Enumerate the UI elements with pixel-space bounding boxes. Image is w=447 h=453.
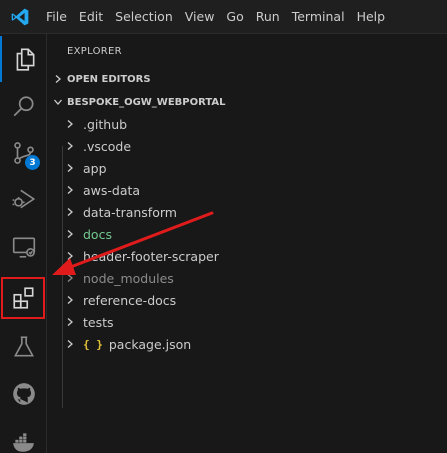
chevron-right-icon: [65, 251, 77, 261]
activity-run-debug-button[interactable]: [0, 176, 47, 222]
tree-item-label: docs: [83, 226, 112, 242]
docker-icon: [12, 433, 34, 452]
menu-selection[interactable]: Selection: [109, 5, 179, 29]
chevron-right-icon: [65, 207, 77, 217]
chevron-right-icon: [65, 163, 77, 173]
vscode-logo-icon: [0, 0, 40, 34]
tree-item-label: package.json: [108, 336, 192, 352]
json-braces-icon: { }: [83, 337, 103, 351]
menu-terminal[interactable]: Terminal: [286, 5, 351, 29]
tree-item-label: tests: [83, 314, 114, 330]
menu-help[interactable]: Help: [351, 5, 392, 29]
annotation-highlight-box: [1, 277, 45, 319]
tree-item-label: data-transform: [83, 204, 177, 220]
tree-item-docs[interactable]: docs: [47, 223, 447, 245]
tree-item-label: app: [83, 160, 107, 176]
menu-file[interactable]: File: [40, 5, 73, 29]
search-icon: [13, 96, 34, 117]
title-bar: File Edit Selection View Go Run Terminal…: [0, 0, 447, 34]
tree-item-reference-docs[interactable]: reference-docs: [47, 289, 447, 311]
activity-docker-button[interactable]: [0, 419, 47, 453]
menu-edit[interactable]: Edit: [73, 5, 109, 29]
tree-item-package-json[interactable]: { } package.json: [47, 333, 447, 355]
explorer-sidebar: EXPLORER OPEN EDITORS BESPOKE_OGW_WEBPOR…: [47, 34, 447, 453]
tree-item-label: .github: [83, 116, 128, 132]
chevron-down-icon: [53, 97, 65, 107]
tree-item-data-transform[interactable]: data-transform: [47, 201, 447, 223]
chevron-right-icon: [65, 339, 77, 349]
open-editors-label: OPEN EDITORS: [67, 73, 151, 85]
tree-item-label: node_modules: [83, 270, 174, 286]
workspace-section[interactable]: BESPOKE_OGW_WEBPORTAL: [47, 91, 447, 113]
tree-item-label: reference-docs: [83, 292, 177, 308]
chevron-right-icon: [53, 74, 65, 84]
tree-item-header-footer-scraper[interactable]: header-footer-scraper: [47, 245, 447, 267]
chevron-right-icon: [65, 317, 77, 327]
tree-item-vscode[interactable]: .vscode: [47, 135, 447, 157]
tree-item-label: header-footer-scraper: [83, 248, 219, 264]
activity-github-button[interactable]: [0, 371, 47, 417]
menu-view[interactable]: View: [179, 5, 221, 29]
activity-source-control-button[interactable]: 3: [0, 130, 47, 176]
activity-bar: 3: [0, 34, 47, 453]
chevron-right-icon: [65, 185, 77, 195]
chevron-right-icon: [65, 229, 77, 239]
menu-go[interactable]: Go: [220, 5, 249, 29]
tree-item-node-modules[interactable]: node_modules: [47, 267, 447, 289]
vscode-window: File Edit Selection View Go Run Terminal…: [0, 0, 447, 453]
tree-item-label: .vscode: [83, 138, 132, 154]
source-control-badge: 3: [25, 155, 40, 170]
tree-item-app[interactable]: app: [47, 157, 447, 179]
explorer-title: EXPLORER: [67, 46, 122, 57]
chevron-right-icon: [65, 141, 77, 151]
files-icon: [16, 48, 34, 71]
chevron-right-icon: [65, 295, 77, 305]
open-editors-section[interactable]: OPEN EDITORS: [47, 68, 447, 90]
tree-item-github[interactable]: .github: [47, 113, 447, 135]
activity-search-button[interactable]: [0, 84, 47, 130]
chevron-right-icon: [65, 273, 77, 283]
workspace-label: BESPOKE_OGW_WEBPORTAL: [67, 96, 226, 108]
tree-item-label: aws-data: [83, 182, 141, 198]
flask-icon: [13, 336, 34, 357]
activity-remote-explorer-button[interactable]: [0, 224, 47, 270]
tree-item-aws-data[interactable]: aws-data: [47, 179, 447, 201]
github-icon: [12, 383, 35, 405]
run-debug-icon: [12, 189, 35, 209]
activity-explorer-button[interactable]: [0, 36, 47, 82]
chevron-right-icon: [65, 119, 77, 129]
remote-explorer-icon: [12, 237, 35, 258]
activity-testing-button[interactable]: [0, 324, 47, 370]
menu-run[interactable]: Run: [250, 5, 286, 29]
tree-item-tests[interactable]: tests: [47, 311, 447, 333]
